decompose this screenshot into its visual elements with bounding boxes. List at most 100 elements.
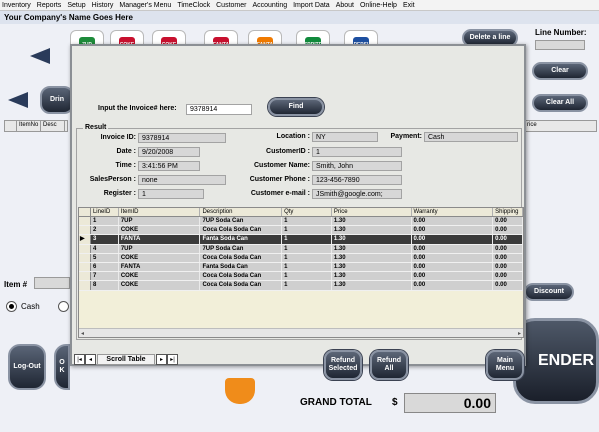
find-button[interactable]: Find — [268, 98, 324, 116]
salesperson-value: none — [138, 175, 226, 185]
menu-item[interactable]: Online-Help — [360, 2, 397, 9]
radio-selected-icon — [6, 301, 17, 312]
salesperson-label: SalesPerson : — [89, 176, 136, 183]
table-cell: 1 — [282, 244, 332, 253]
grid-col-desc: Desc — [41, 121, 65, 131]
clear-button[interactable]: Clear — [532, 62, 588, 80]
table-cell: 0.00 — [412, 235, 494, 244]
table-row[interactable]: 6 FANTA Fanta Soda Can 1 1.30 0.00 0.00 — [79, 262, 523, 273]
invoice-lines-table[interactable]: LineID ItemID Description Qty Price Warranty S… — [78, 207, 524, 338]
table-cell: COKE — [119, 281, 201, 290]
time-label: Time : — [115, 162, 137, 169]
menu-bar: Inventory Reports Setup History Manager's Me… — [0, 0, 599, 11]
row-pointer-icon[interactable]: ▶ — [79, 235, 91, 244]
column-header[interactable]: Qty — [282, 208, 332, 216]
menu-item[interactable]: About — [336, 2, 354, 9]
column-header[interactable]: LineID — [91, 208, 119, 216]
item-number-input[interactable] — [34, 277, 70, 289]
table-row[interactable]: 7 COKE Coca Cola Soda Can 1 1.30 0.00 0.00 — [79, 272, 523, 282]
scroll-left-arrow-icon[interactable] — [30, 48, 50, 64]
discount-button[interactable]: Discount — [524, 283, 574, 301]
table-cell: Coca Cola Soda Can — [200, 253, 283, 262]
table-cell: 1 — [282, 235, 332, 244]
table-cell: 0.00 — [412, 244, 494, 253]
menu-item[interactable]: Exit — [403, 2, 415, 9]
table-row[interactable]: ▶ 3 FANTA Fanta Soda Can 1 1.30 0.00 0.00 — [79, 235, 523, 245]
menu-item[interactable]: Accounting — [252, 2, 287, 9]
first-record-icon[interactable]: |◂ — [74, 353, 85, 365]
row-indicator[interactable] — [79, 226, 91, 235]
location-label: Location : — [276, 133, 310, 140]
table-cell: 1.30 — [332, 244, 412, 253]
company-title: Your Company's Name Goes Here — [0, 11, 599, 24]
ok-button[interactable]: O K — [54, 344, 70, 390]
table-cell: 0.00 — [493, 281, 523, 290]
table-cell: 1.30 — [332, 281, 412, 290]
customer-phone-value: 123-456-7890 — [312, 175, 402, 185]
scroll-left-arrow-icon[interactable] — [8, 92, 28, 108]
table-cell: 1 — [282, 281, 332, 290]
table-cell: 0.00 — [493, 272, 523, 281]
refund-selected-button[interactable]: Refund Selected — [324, 350, 362, 380]
table-cell: Coca Cola Soda Can — [200, 281, 283, 290]
menu-item[interactable]: Inventory — [2, 2, 31, 9]
payment-cash-radio[interactable]: Cash — [6, 301, 40, 312]
table-cell: 1 — [282, 272, 332, 281]
refund-all-button[interactable]: Refund All — [370, 350, 408, 380]
table-cell: 0.00 — [493, 253, 523, 262]
menu-item[interactable]: Import Data — [293, 2, 330, 9]
row-indicator[interactable] — [79, 262, 91, 272]
menu-item[interactable]: TimeClock — [177, 2, 210, 9]
drinks-button[interactable]: Drin — [40, 86, 74, 114]
payment-label: Payment: — [390, 133, 422, 140]
column-header[interactable]: Shipping — [493, 208, 523, 216]
table-cell: 6 — [91, 262, 119, 272]
table-header: LineID ItemID Description Qty Price Warranty S… — [79, 208, 523, 217]
log-out-button[interactable]: Log-Out — [8, 344, 46, 390]
table-cell: Fanta Soda Can — [200, 262, 283, 272]
table-cell: 0.00 — [412, 272, 494, 281]
row-indicator[interactable] — [79, 281, 91, 290]
horizontal-scrollbar[interactable]: ◂ ▸ — [79, 328, 523, 337]
next-record-icon[interactable]: ▸ — [156, 353, 167, 365]
column-header[interactable]: Description — [200, 208, 283, 216]
customer-email-value: JSmith@google.com; — [312, 189, 402, 199]
register-value: 1 — [138, 189, 204, 199]
line-number-label: Line Number: — [535, 28, 587, 37]
table-row[interactable]: 5 COKE Coca Cola Soda Can 1 1.30 0.00 0.00 — [79, 253, 523, 263]
clear-all-button[interactable]: Clear All — [532, 94, 588, 112]
row-indicator[interactable] — [79, 244, 91, 253]
menu-item[interactable]: Manager's Menu — [119, 2, 171, 9]
previous-record-icon[interactable]: ◂ — [85, 353, 96, 365]
menu-item[interactable]: History — [92, 2, 114, 9]
column-header[interactable]: Price — [332, 208, 412, 216]
grid-col-price: rice — [523, 120, 597, 132]
table-row[interactable]: 8 COKE Coca Cola Soda Can 1 1.30 0.00 0.00 — [79, 281, 523, 291]
scroll-table-label: Scroll Table — [97, 353, 155, 365]
table-row[interactable]: 2 COKE Coca Cola Soda Can 1 1.30 0.00 0.00 — [79, 226, 523, 236]
scroll-left-icon[interactable]: ◂ — [81, 330, 84, 337]
table-cell: Coca Cola Soda Can — [200, 226, 283, 235]
table-cell: 7UP Soda Can — [200, 217, 283, 226]
row-indicator[interactable] — [79, 217, 91, 226]
row-indicator[interactable] — [79, 272, 91, 281]
grid-col-itemno: ItemNo — [17, 121, 41, 131]
column-header[interactable]: ItemID — [119, 208, 201, 216]
line-number-field[interactable] — [535, 40, 585, 50]
table-row[interactable]: 4 7UP 7UP Soda Can 1 1.30 0.00 0.00 — [79, 244, 523, 254]
menu-item[interactable]: Customer — [216, 2, 246, 9]
last-record-icon[interactable]: ▸| — [167, 353, 178, 365]
menu-item[interactable]: Reports — [37, 2, 62, 9]
column-header[interactable]: Warranty — [412, 208, 494, 216]
table-cell: COKE — [119, 272, 201, 281]
scroll-right-icon[interactable]: ▸ — [518, 330, 521, 337]
payment-other-radio[interactable] — [58, 301, 69, 312]
invoice-prompt-label: Input the Invoice# here: — [98, 105, 177, 112]
invoice-number-input[interactable]: 9378914 — [186, 104, 252, 115]
table-cell: 1 — [91, 217, 119, 226]
menu-item[interactable]: Setup — [67, 2, 85, 9]
row-indicator[interactable] — [79, 253, 91, 262]
main-menu-button[interactable]: Main Menu — [486, 350, 524, 380]
table-row[interactable]: 1 7UP 7UP Soda Can 1 1.30 0.00 0.00 — [79, 217, 523, 227]
table-cell: 1 — [282, 253, 332, 262]
